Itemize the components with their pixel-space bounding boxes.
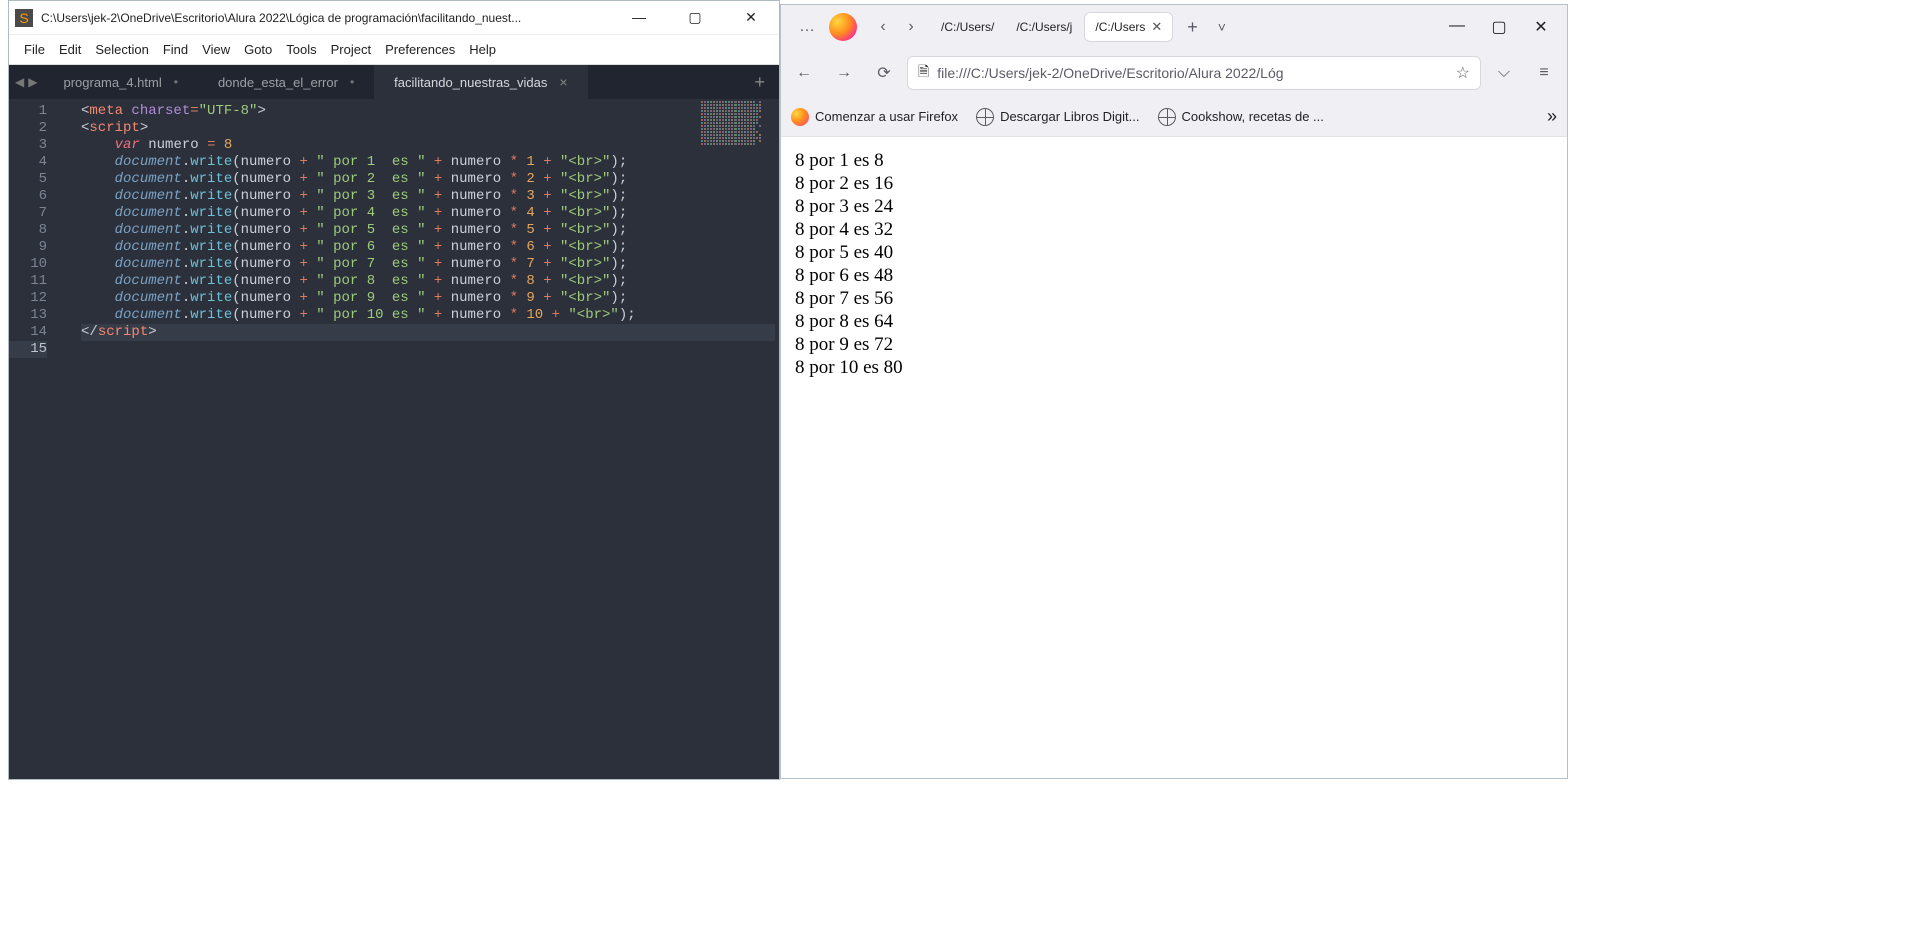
maximize-button[interactable]: ▢	[681, 9, 709, 26]
modified-dot-icon[interactable]: •	[350, 75, 354, 89]
firefox-window: … ‹ › /C:/Users//C:/Users/j/C:/Users✕ + …	[780, 4, 1568, 779]
menu-selection[interactable]: Selection	[88, 42, 155, 57]
modified-dot-icon[interactable]: •	[174, 75, 178, 89]
bookmarks-toolbar: Comenzar a usar Firefox Descargar Libros …	[781, 97, 1567, 137]
close-tab-icon[interactable]: ✕	[1151, 19, 1162, 35]
browser-tab[interactable]: /C:/Users/j	[1006, 14, 1082, 40]
tab-label: /C:/Users/j	[1016, 20, 1072, 34]
bookmark-item[interactable]: Comenzar a usar Firefox	[791, 108, 958, 126]
bookmark-item[interactable]: Cookshow, recetas de ...	[1158, 108, 1324, 126]
code-area[interactable]: <meta charset="UTF-8"><script> var numer…	[69, 99, 779, 779]
output-line: 8 por 10 es 80	[795, 356, 1553, 379]
nav-back-icon[interactable]: ◀	[15, 75, 24, 89]
bookmark-star-icon[interactable]: ☆	[1456, 63, 1470, 83]
menu-tools[interactable]: Tools	[279, 42, 323, 57]
editor-tab[interactable]: donde_esta_el_error •	[198, 65, 374, 99]
line-gutter: 123456789101112131415	[9, 99, 57, 779]
minimap[interactable]	[701, 101, 773, 185]
bookmarks-overflow-icon[interactable]: »	[1547, 106, 1557, 127]
output-line: 8 por 2 es 16	[795, 172, 1553, 195]
browser-tab[interactable]: /C:/Users ✕	[1084, 12, 1173, 42]
output-line: 8 por 9 es 72	[795, 333, 1553, 356]
address-bar[interactable]: 🗎 file:///C:/Users/jek-2/OneDrive/Escrit…	[907, 56, 1481, 90]
menu-preferences[interactable]: Preferences	[378, 42, 462, 57]
nav-forward-icon[interactable]: ▶	[28, 75, 37, 89]
output-line: 8 por 7 es 56	[795, 287, 1553, 310]
menu-edit[interactable]: Edit	[52, 42, 88, 57]
page-content: 8 por 1 es 88 por 2 es 168 por 3 es 248 …	[781, 137, 1567, 778]
sublime-app-icon: S	[15, 9, 33, 27]
sublime-menubar: FileEditSelectionFindViewGotoToolsProjec…	[9, 35, 779, 65]
menu-project[interactable]: Project	[324, 42, 378, 57]
menu-goto[interactable]: Goto	[237, 42, 279, 57]
forward-button[interactable]: →	[827, 56, 861, 90]
menu-help[interactable]: Help	[462, 42, 503, 57]
globe-icon	[976, 108, 994, 126]
output-line: 8 por 8 es 64	[795, 310, 1553, 333]
minimize-button[interactable]: —	[1447, 17, 1467, 37]
ellipsis-icon[interactable]: …	[799, 18, 815, 36]
tab-label: facilitando_nuestras_vidas	[394, 75, 547, 90]
code-editor[interactable]: 123456789101112131415 <meta charset="UTF…	[9, 99, 779, 779]
output-line: 8 por 5 es 40	[795, 241, 1553, 264]
fold-column	[57, 99, 69, 779]
firefox-icon	[791, 108, 809, 126]
bookmark-item[interactable]: Descargar Libros Digit...	[976, 108, 1139, 126]
output-line: 8 por 4 es 32	[795, 218, 1553, 241]
firefox-logo-icon	[829, 13, 857, 41]
bookmark-label: Descargar Libros Digit...	[1000, 109, 1139, 124]
tab-label: /C:/Users/	[941, 20, 994, 34]
sublime-tabbar: ◀ ▶ programa_4.html • donde_esta_el_error •…	[9, 65, 779, 99]
reload-button[interactable]: ⟳	[867, 56, 901, 90]
tab-label: /C:/Users	[1095, 20, 1145, 34]
tab-scroll-left-icon[interactable]: ‹	[871, 18, 895, 36]
output-line: 8 por 3 es 24	[795, 195, 1553, 218]
close-window-button[interactable]: ✕	[1531, 17, 1551, 37]
page-info-icon[interactable]: 🗎	[918, 61, 929, 85]
firefox-urlbar-row: ← → ⟳ 🗎 file:///C:/Users/jek-2/OneDrive/…	[781, 49, 1567, 97]
tab-label: programa_4.html	[63, 75, 161, 90]
editor-tab[interactable]: programa_4.html •	[43, 65, 197, 99]
menu-find[interactable]: Find	[156, 42, 195, 57]
menu-view[interactable]: View	[195, 42, 237, 57]
close-window-button[interactable]: ✕	[737, 9, 765, 26]
url-text: file:///C:/Users/jek-2/OneDrive/Escritor…	[937, 65, 1447, 81]
tab-scroll-right-icon[interactable]: ›	[899, 18, 923, 36]
new-tab-button[interactable]: +	[1177, 17, 1208, 38]
back-button[interactable]: ←	[787, 56, 821, 90]
browser-tab[interactable]: /C:/Users/	[931, 14, 1004, 40]
menu-file[interactable]: File	[17, 42, 52, 57]
firefox-titlebar: … ‹ › /C:/Users//C:/Users/j/C:/Users✕ + …	[781, 5, 1567, 49]
window-title: C:\Users\jek-2\OneDrive\Escritorio\Alura…	[41, 11, 617, 25]
globe-icon	[1158, 108, 1176, 126]
new-tab-button[interactable]: +	[746, 65, 773, 99]
sublime-text-window: S C:\Users\jek-2\OneDrive\Escritorio\Alu…	[8, 0, 780, 780]
pocket-icon[interactable]: ⌵	[1487, 56, 1521, 90]
bookmark-label: Cookshow, recetas de ...	[1182, 109, 1324, 124]
bookmark-label: Comenzar a usar Firefox	[815, 109, 958, 124]
scrollbar[interactable]	[775, 99, 779, 779]
tab-label: donde_esta_el_error	[218, 75, 338, 90]
minimize-button[interactable]: —	[625, 9, 653, 26]
tab-list-dropdown-icon[interactable]: ˅	[1212, 19, 1232, 35]
output-line: 8 por 1 es 8	[795, 149, 1553, 172]
maximize-button[interactable]: ▢	[1489, 17, 1509, 37]
output-line: 8 por 6 es 48	[795, 264, 1553, 287]
sublime-titlebar[interactable]: S C:\Users\jek-2\OneDrive\Escritorio\Alu…	[9, 1, 779, 35]
app-menu-icon[interactable]: ≡	[1527, 56, 1561, 90]
editor-tab[interactable]: facilitando_nuestras_vidas ×	[374, 65, 587, 99]
close-tab-icon[interactable]: ×	[559, 74, 567, 90]
